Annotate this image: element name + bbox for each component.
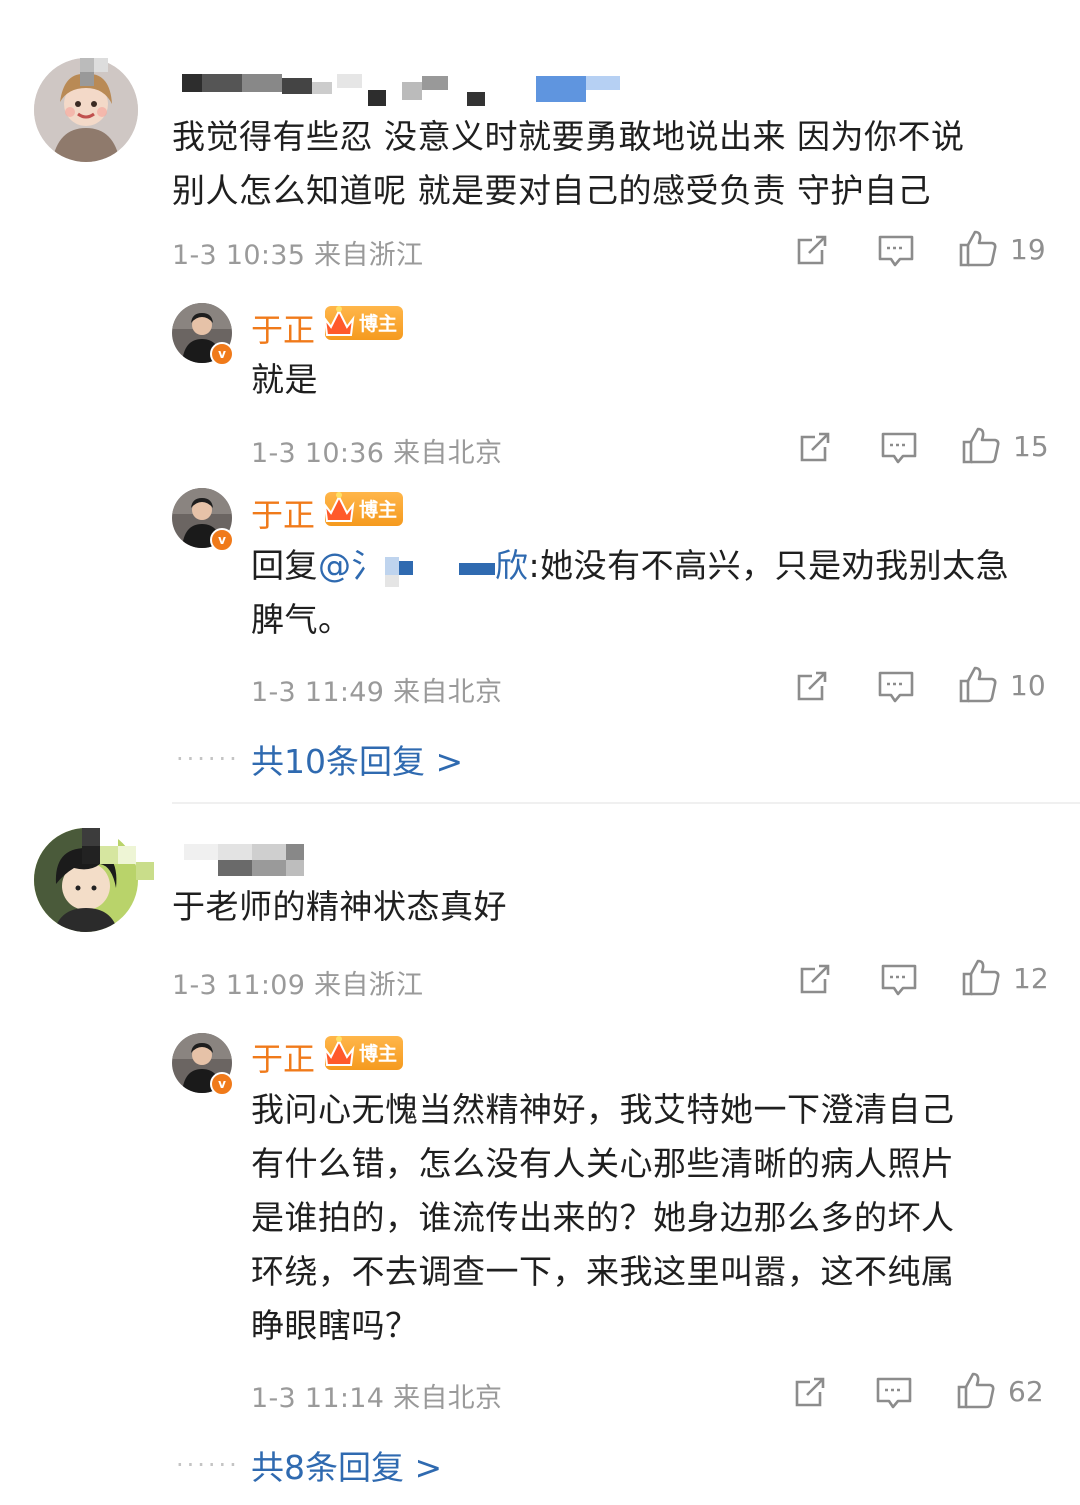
reply-meta: 1-3 10:36 来自北京 — [251, 438, 503, 469]
thumbs-up-icon[interactable] — [956, 1370, 996, 1414]
like-count: 62 — [1008, 1375, 1044, 1408]
crown-icon — [323, 1036, 355, 1066]
comment-icon[interactable] — [880, 429, 918, 471]
blogger-badge: 博主 — [323, 1036, 403, 1070]
reply-meta: 1-3 11:14 来自北京 — [251, 1383, 503, 1414]
reply-author-name[interactable]: 于正 — [251, 305, 315, 351]
more-dots: ...... — [176, 1444, 240, 1472]
share-icon[interactable] — [794, 668, 830, 708]
reply-author-name[interactable]: 于正 — [251, 1034, 315, 1080]
crown-icon — [323, 492, 355, 522]
more-dots: ...... — [176, 738, 240, 766]
username-redacted[interactable] — [182, 74, 622, 108]
comment-meta: 1-3 11:09 来自浙江 — [172, 970, 424, 1001]
like-count: 10 — [1010, 669, 1046, 702]
comment-text: 我觉得有些忍 没意义时就要勇敢地说出来 因为你不说 别人怎么知道呢 就是要对自己… — [172, 117, 965, 210]
comment-meta: 1-3 10:35 来自浙江 — [172, 240, 424, 271]
comment-text: 于老师的精神状态真好 — [172, 887, 507, 926]
blogger-badge: 博主 — [323, 492, 403, 526]
thumbs-up-icon[interactable] — [958, 664, 998, 708]
reply-meta: 1-3 11:49 来自北京 — [251, 677, 503, 708]
reply-prefix: 回复 — [251, 546, 318, 585]
thumbs-up-icon[interactable] — [961, 425, 1001, 469]
share-icon[interactable] — [797, 961, 833, 1001]
comment-icon[interactable] — [875, 1374, 913, 1416]
share-icon[interactable] — [792, 1374, 828, 1414]
reply-text: 回复@氵 欣:她没有不高兴，只是劝我别太急 脾气。 — [251, 546, 1010, 639]
like-count: 19 — [1010, 233, 1046, 266]
username-redacted[interactable] — [184, 844, 324, 880]
crown-icon — [323, 306, 355, 336]
thumbs-up-icon[interactable] — [958, 228, 998, 272]
divider — [172, 802, 1080, 804]
like-count: 12 — [1013, 962, 1049, 995]
verified-v-icon: v — [210, 528, 234, 552]
verified-v-icon: v — [210, 342, 234, 366]
comment-icon[interactable] — [877, 232, 915, 274]
redaction-mosaic — [82, 828, 154, 880]
mention-redacted — [385, 553, 495, 587]
redaction-mosaic — [80, 58, 110, 88]
blogger-badge: 博主 — [323, 306, 403, 340]
more-replies-link[interactable]: 共10条回复 > — [251, 735, 463, 783]
mention-link[interactable]: @氵 — [318, 546, 385, 585]
thumbs-up-icon[interactable] — [961, 957, 1001, 1001]
verified-v-icon: v — [210, 1072, 234, 1096]
comment-icon[interactable] — [877, 668, 915, 710]
mention-link-end[interactable]: 欣 — [495, 546, 529, 585]
more-replies-link[interactable]: 共8条回复 > — [251, 1441, 442, 1489]
reply-author-name[interactable]: 于正 — [251, 490, 315, 536]
share-icon[interactable] — [797, 429, 833, 469]
reply-text: 我问心无愧当然精神好，我艾特她一下澄清自己 有什么错，怎么没有人关心那些清晰的病… — [251, 1090, 955, 1345]
comment-icon[interactable] — [880, 961, 918, 1003]
reply-text: 就是 — [251, 360, 318, 399]
like-count: 15 — [1013, 430, 1049, 463]
share-icon[interactable] — [794, 232, 830, 272]
